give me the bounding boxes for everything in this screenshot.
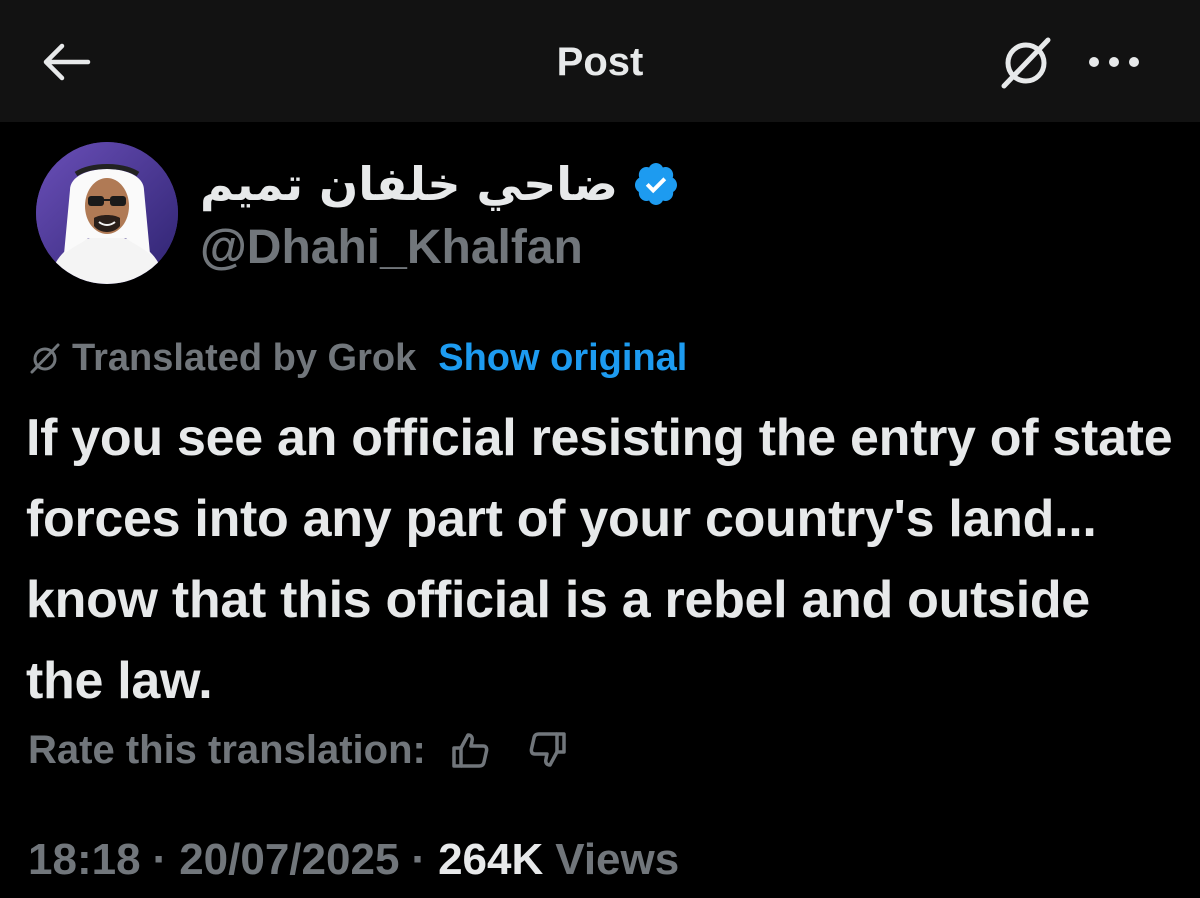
- author-name-row: ضاحي خلفان تميم: [200, 148, 680, 220]
- thumbs-up-button[interactable]: [444, 724, 496, 776]
- grok-small-icon: [30, 343, 60, 374]
- rate-translation-label: Rate this translation:: [28, 727, 426, 772]
- top-bar: Post: [0, 0, 1200, 122]
- more-horizontal-icon: [1089, 57, 1139, 67]
- views-link[interactable]: 264K Views: [438, 835, 679, 885]
- meta-separator: ·: [411, 835, 427, 884]
- post-page: Post ضاحي خلفان تميم @Dhahi_Khalfan Tran…: [0, 0, 1200, 898]
- avatar[interactable]: [36, 142, 178, 284]
- translation-bar: Translated by Grok Show original: [28, 332, 687, 384]
- rate-translation-row: Rate this translation:: [28, 722, 574, 778]
- translated-by-label: Translated by Grok: [72, 336, 417, 379]
- more-options-button[interactable]: [1082, 36, 1146, 88]
- views-count: 264K: [438, 835, 544, 884]
- author-handle[interactable]: @Dhahi_Khalfan: [200, 218, 583, 278]
- tweet-text: If you see an official resisting the ent…: [26, 409, 1173, 710]
- grok-icon: [1001, 37, 1051, 89]
- verified-badge-icon: [632, 160, 680, 208]
- arrow-left-icon: [43, 43, 91, 81]
- thumbs-down-button[interactable]: [522, 724, 574, 776]
- meta-separator: ·: [152, 835, 168, 884]
- post-date: 20/07/2025: [179, 835, 400, 884]
- avatar-image: [36, 142, 178, 284]
- post-meta: 18:18 · 20/07/2025 · 264K Views: [28, 830, 679, 890]
- post-time: 18:18: [28, 835, 141, 884]
- thumbs-up-icon: [452, 733, 489, 768]
- show-original-link[interactable]: Show original: [438, 337, 687, 380]
- back-button[interactable]: [36, 36, 96, 88]
- grok-button[interactable]: [992, 32, 1060, 92]
- thumbs-down-icon: [529, 732, 566, 767]
- views-label: Views: [555, 835, 680, 884]
- author-display-name[interactable]: ضاحي خلفان تميم: [200, 154, 618, 214]
